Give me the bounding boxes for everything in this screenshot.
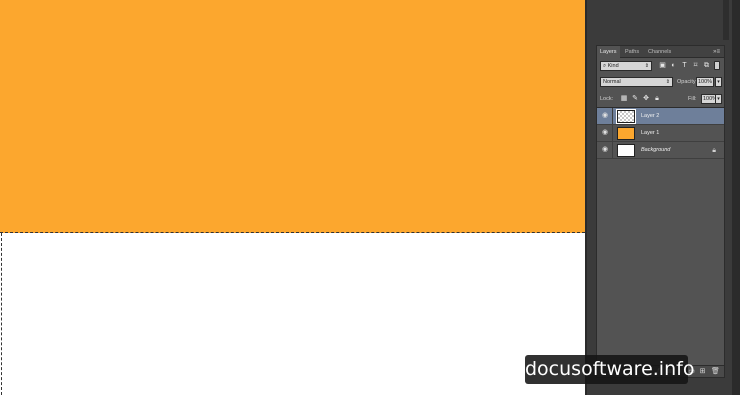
layer-row-layer-1[interactable]: ◉ Layer 1 [597,125,724,142]
adjustment-icon[interactable]: ◐ [669,61,678,71]
lock-paint-icon[interactable]: ✎ [631,94,639,104]
updown-arrows-icon: ⇕ [644,63,649,69]
fill-label: Fill: [688,96,697,102]
tab-paths[interactable]: Paths [622,46,642,58]
photoshop-window: Layers Paths Channels »≡ ⌕ Kind ⇕ ▣ ◐ T … [0,0,740,395]
shape-icon[interactable]: ⌑ [691,61,700,71]
search-icon: ⌕ [603,63,607,69]
lock-move-icon[interactable]: ✥ [642,94,650,104]
layer-row-background[interactable]: ◉ Background 🔒︎ [597,142,724,159]
opacity-input[interactable]: 100% [696,77,714,87]
layer-row-layer-2[interactable]: ◉ Layer 2 [597,108,724,125]
layer-lock-icon[interactable]: 🔒︎ [712,142,716,159]
visibility-eye-icon[interactable]: ◉ [600,145,610,155]
blend-mode-value: Normal [603,79,621,85]
lock-label: Lock: [600,96,614,102]
layer-name[interactable]: Layer 2 [641,108,659,125]
lock-row: Lock: ▦ ✎ ✥ 🔒︎ Fill: 100% ▾ [600,94,722,104]
filter-row: ⌕ Kind ⇕ ▣ ◐ T ⌑ ⧉ [600,61,722,71]
blend-row: Normal ⇕ Opacity: 100% ▾ [600,77,722,87]
tab-layers[interactable]: Layers [597,46,620,58]
image-icon[interactable]: ▣ [658,61,667,71]
layer-thumbnail [617,144,635,157]
filter-kind-label: Kind [607,63,619,69]
layer-name[interactable]: Layer 1 [641,125,659,142]
watermark-text: docusoftware.info [525,355,694,384]
divider [612,125,613,142]
layers-panel: Layers Paths Channels »≡ ⌕ Kind ⇕ ▣ ◐ T … [596,45,725,378]
layer-thumbnail [617,127,635,140]
tab-channels[interactable]: Channels [645,46,674,58]
type-icon[interactable]: T [680,61,689,71]
divider [612,108,613,125]
fill-dropdown-icon[interactable]: ▾ [715,94,722,104]
smart-object-icon[interactable]: ⧉ [702,61,711,71]
layer-thumbnail [616,109,636,124]
visibility-eye-icon[interactable]: ◉ [600,128,610,138]
filter-kind-select[interactable]: ⌕ Kind ⇕ [600,61,652,71]
document-canvas[interactable] [0,0,585,395]
orange-fill-area [0,0,585,233]
lock-transparent-icon[interactable]: ▦ [620,94,628,104]
trash-icon[interactable]: 🗑︎ [711,366,720,378]
dock-scroll-strip[interactable] [732,0,740,395]
layers-list: ◉ Layer 2 ◉ Layer 1 ◉ Background 🔒︎ [597,108,724,159]
divider [612,142,613,159]
panel-tabs: Layers Paths Channels »≡ [597,46,724,58]
panel-menu-icon[interactable]: »≡ [713,46,720,58]
lock-all-icon[interactable]: 🔒︎ [653,94,661,104]
updown-arrows-icon: ⇕ [665,79,670,85]
layer-name[interactable]: Background [641,142,670,159]
selection-marquee-edge [0,232,585,233]
opacity-label: Opacity: [677,79,698,85]
visibility-eye-icon[interactable]: ◉ [600,111,610,121]
filter-toggle[interactable] [714,61,720,70]
selection-marquee-edge-left [1,233,2,395]
blend-mode-select[interactable]: Normal ⇕ [600,77,673,87]
opacity-dropdown-icon[interactable]: ▾ [715,77,722,87]
new-layer-icon[interactable]: ⊞ [698,366,707,378]
dock-collapse-strip[interactable] [723,0,729,40]
